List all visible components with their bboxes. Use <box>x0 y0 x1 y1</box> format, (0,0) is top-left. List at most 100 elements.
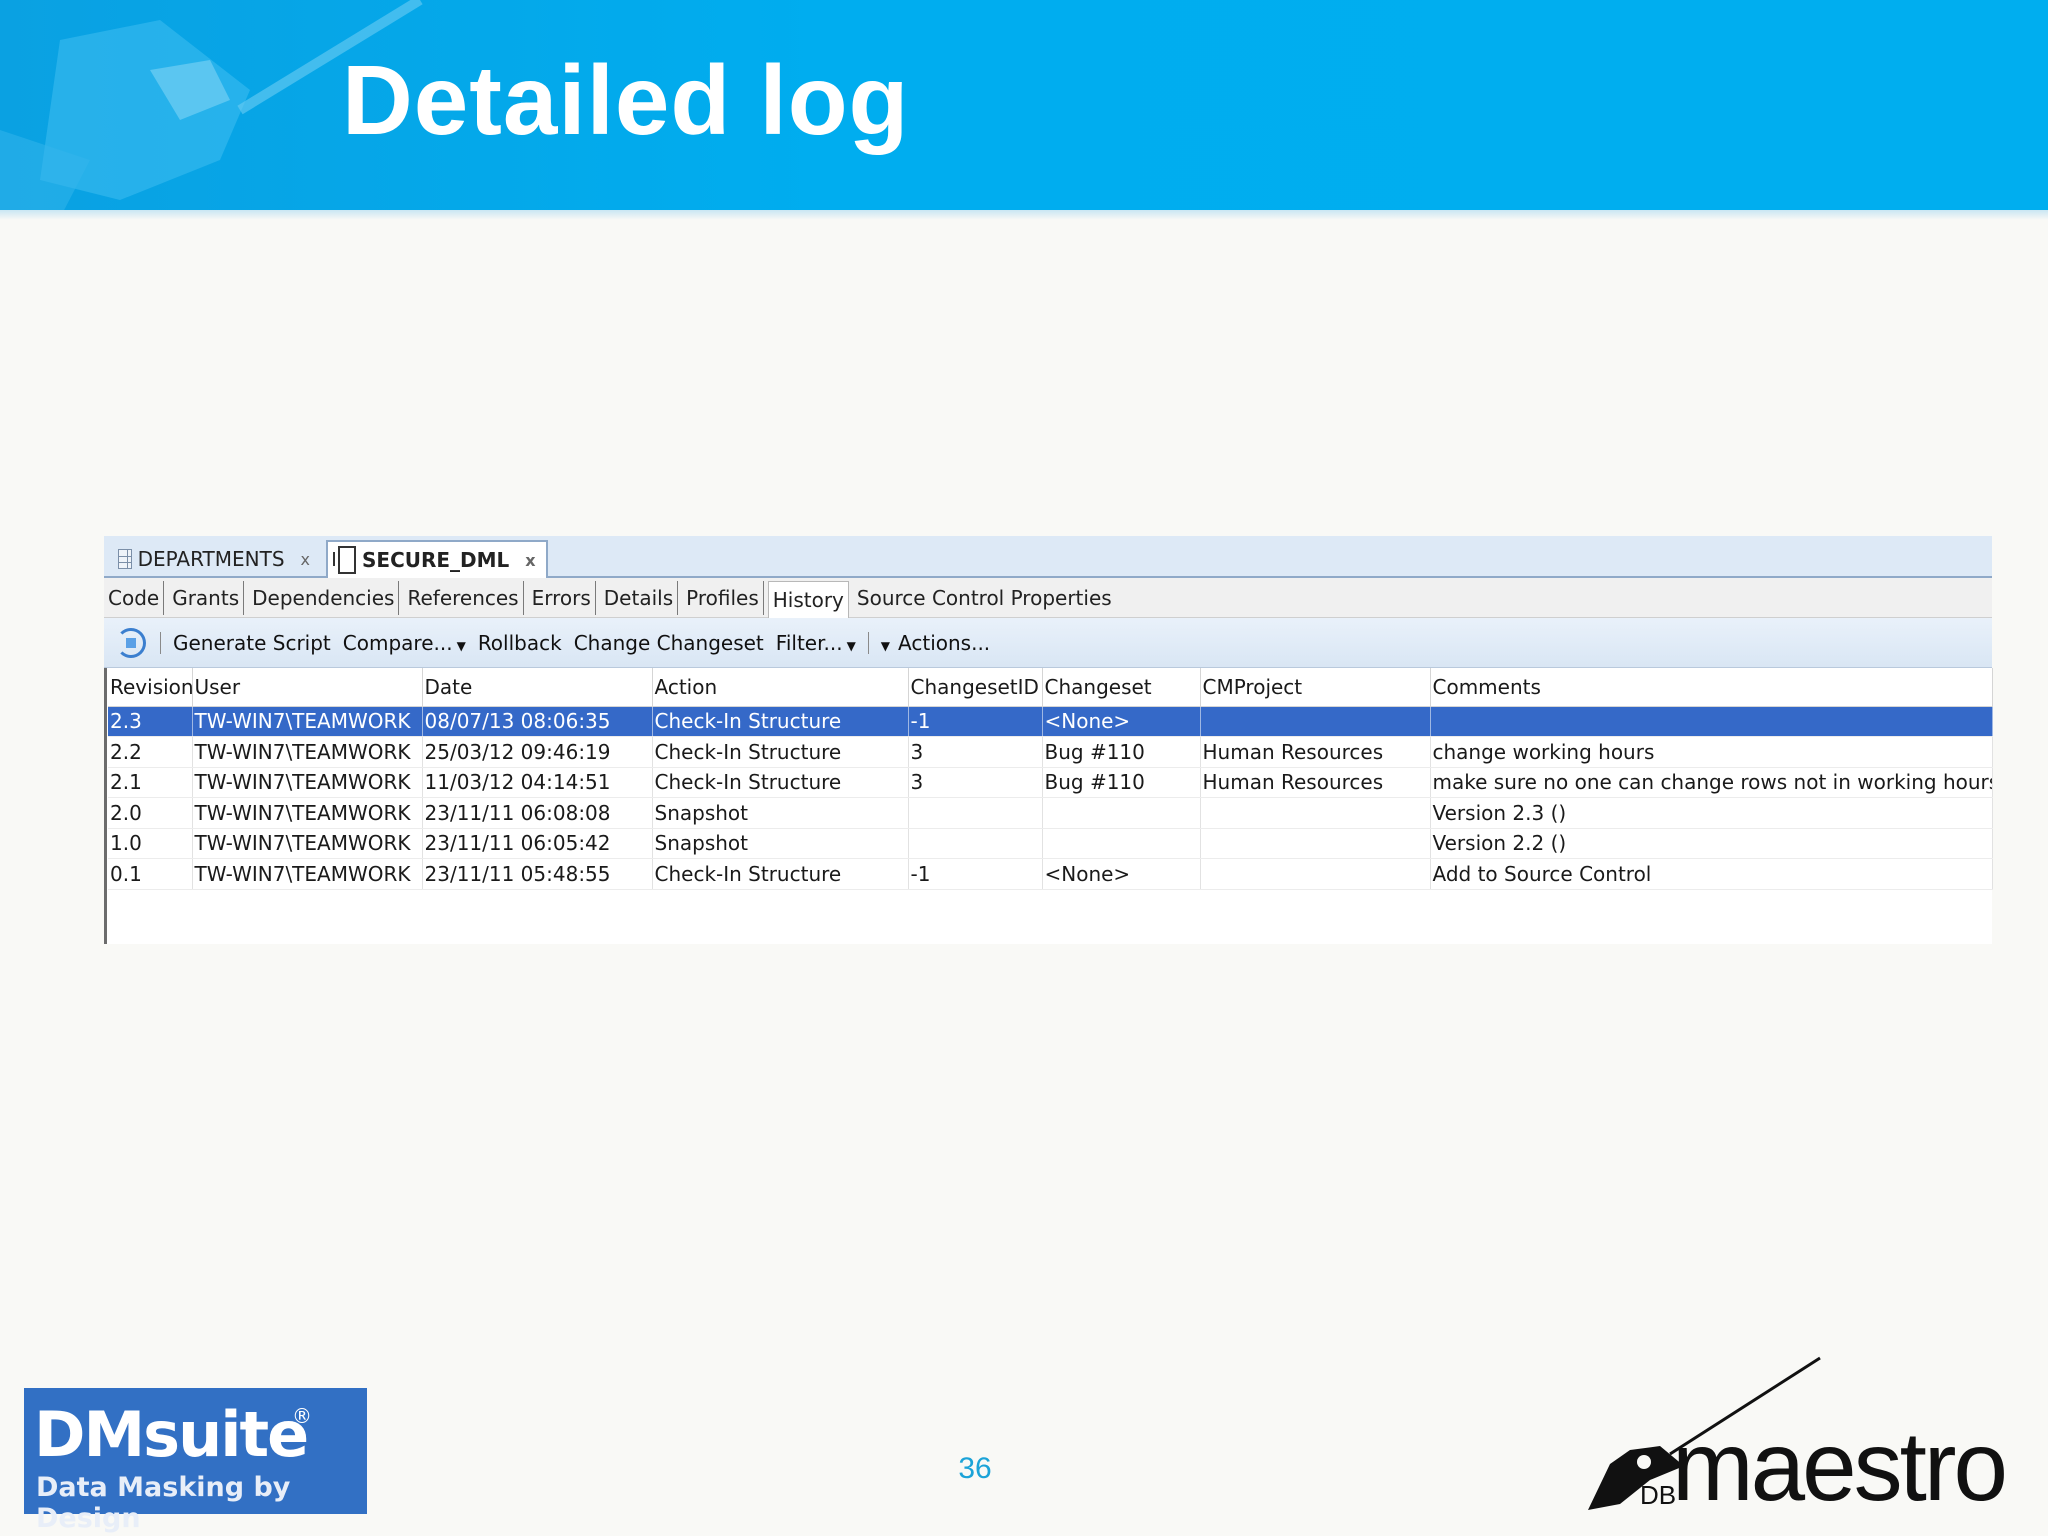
generate-script-button[interactable]: Generate Script <box>173 631 331 655</box>
cell-changeset: <None> <box>1042 858 1201 890</box>
dmsuite-tagline: Data Masking by Design <box>36 1472 291 1534</box>
cell-cmproject <box>1200 797 1431 829</box>
cell-changeset-id: 3 <box>908 736 1043 768</box>
cell-comments: make sure no one can change rows not in … <box>1430 767 1993 798</box>
table-row[interactable]: 2.3 TW-WIN7\TEAMWORK 08/07/13 08:06:35 C… <box>108 706 1993 737</box>
cell-cmproject: Human Resources <box>1200 767 1431 798</box>
table-row[interactable]: 2.2 TW-WIN7\TEAMWORK 25/03/12 09:46:19 C… <box>108 736 1993 768</box>
cell-changeset: Bug #110 <box>1042 767 1201 798</box>
cell-revision: 1.0 <box>108 828 193 859</box>
column-header-changeset-id[interactable]: ChangesetID <box>908 668 1043 707</box>
toolbar-separator <box>160 631 161 654</box>
close-icon[interactable]: x <box>525 551 535 570</box>
filter-label: Filter... <box>775 630 843 655</box>
cell-action: Check-In Structure <box>652 858 909 890</box>
procedure-icon <box>333 546 356 574</box>
cell-cmproject <box>1200 858 1431 890</box>
cell-changeset-id: -1 <box>908 706 1043 737</box>
table-row[interactable]: 2.0 TW-WIN7\TEAMWORK 23/11/11 06:08:08 S… <box>108 797 1993 829</box>
tab-profiles[interactable]: Profiles <box>682 580 764 615</box>
filter-dropdown[interactable]: Filter... ▼ <box>776 631 856 655</box>
tab-code[interactable]: Code <box>104 580 165 615</box>
cell-date: 23/11/11 05:48:55 <box>422 858 653 890</box>
cell-cmproject <box>1200 706 1431 737</box>
rollback-button[interactable]: Rollback <box>478 631 562 655</box>
tab-source-control-properties[interactable]: Source Control Properties <box>853 581 1116 615</box>
column-header-changeset[interactable]: Changeset <box>1042 668 1201 707</box>
change-changeset-button[interactable]: Change Changeset <box>574 631 764 655</box>
column-header-cmproject[interactable]: CMProject <box>1200 668 1431 707</box>
cell-action: Snapshot <box>652 797 909 829</box>
column-header-user[interactable]: User <box>192 668 423 707</box>
cell-changeset: Bug #110 <box>1042 736 1201 768</box>
table-row[interactable]: 0.1 TW-WIN7\TEAMWORK 23/11/11 05:48:55 C… <box>108 858 1993 890</box>
grid-left-border <box>104 668 107 944</box>
table-row[interactable]: 2.1 TW-WIN7\TEAMWORK 11/03/12 04:14:51 C… <box>108 767 1993 798</box>
table-row[interactable]: 1.0 TW-WIN7\TEAMWORK 23/11/11 06:05:42 S… <box>108 828 1993 859</box>
dmsuite-logo: DMsuite ® Data Masking by Design <box>24 1388 367 1534</box>
cell-revision: 2.1 <box>108 767 193 798</box>
object-subtab-bar: Code Grants Dependencies References Erro… <box>104 578 1992 619</box>
cell-changeset-id <box>908 797 1043 829</box>
chevron-down-icon: ▼ <box>456 638 466 653</box>
cell-cmproject <box>1200 828 1431 859</box>
compare-dropdown[interactable]: Compare... ▼ <box>343 631 466 655</box>
chevron-down-icon: ▼ <box>846 638 856 653</box>
history-panel: DEPARTMENTS x SECURE_DML x Code Grants D… <box>104 536 1993 944</box>
cell-action: Check-In Structure <box>652 706 909 737</box>
cell-user: TW-WIN7\TEAMWORK <box>192 706 423 737</box>
cell-revision: 0.1 <box>108 858 193 890</box>
dbmaestro-db-text: DB <box>1640 1480 1677 1510</box>
cell-date: 25/03/12 09:46:19 <box>422 736 653 768</box>
cell-changeset-id: 3 <box>908 767 1043 798</box>
cell-date: 08/07/13 08:06:35 <box>422 706 653 737</box>
cell-changeset-id <box>908 828 1043 859</box>
dbmaestro-logo: DB maestro <box>1580 1354 2032 1521</box>
cell-action: Check-In Structure <box>652 736 909 768</box>
slide-title: Detailed log <box>342 45 910 155</box>
cell-action: Snapshot <box>652 828 909 859</box>
refresh-icon[interactable] <box>116 627 146 658</box>
compare-label: Compare... <box>342 630 453 655</box>
column-header-revision[interactable]: Revision <box>108 668 193 707</box>
tab-grants[interactable]: Grants <box>168 580 245 615</box>
history-table-container: Revision User Date Action ChangesetID Ch… <box>108 668 1993 944</box>
cell-user: TW-WIN7\TEAMWORK <box>192 858 423 890</box>
cell-action: Check-In Structure <box>652 767 909 798</box>
cell-changeset <box>1042 828 1201 859</box>
cell-date: 23/11/11 06:05:42 <box>422 828 653 859</box>
dmsuite-logo-name: DMsuite <box>34 1398 309 1471</box>
cell-changeset: <None> <box>1042 706 1201 737</box>
cell-date: 23/11/11 06:08:08 <box>422 797 653 829</box>
tab-details[interactable]: Details <box>600 580 679 615</box>
table-header-row: Revision User Date Action ChangesetID Ch… <box>108 668 1993 707</box>
tab-secure-dml-label: SECURE_DML <box>362 548 510 572</box>
cell-user: TW-WIN7\TEAMWORK <box>192 828 423 859</box>
cell-comments: change working hours <box>1430 736 1993 768</box>
cell-user: TW-WIN7\TEAMWORK <box>192 797 423 829</box>
cell-revision: 2.3 <box>108 706 193 737</box>
tab-history[interactable]: History <box>767 580 849 619</box>
column-header-comments[interactable]: Comments <box>1430 668 1993 707</box>
tab-secure-dml[interactable]: SECURE_DML x <box>326 540 548 578</box>
cell-revision: 2.2 <box>108 736 193 768</box>
actions-label: Actions... <box>898 630 991 655</box>
cell-changeset <box>1042 797 1201 829</box>
close-icon[interactable]: x <box>301 550 310 569</box>
tab-dependencies[interactable]: Dependencies <box>248 580 400 615</box>
history-table: Revision User Date Action ChangesetID Ch… <box>108 668 1993 890</box>
cell-user: TW-WIN7\TEAMWORK <box>192 736 423 768</box>
header-shadow <box>0 210 2048 220</box>
cell-comments: Add to Source Control <box>1430 858 1993 890</box>
table-grid-icon <box>118 549 132 569</box>
cell-user: TW-WIN7\TEAMWORK <box>192 767 423 798</box>
tab-departments[interactable]: DEPARTMENTS x <box>108 540 320 578</box>
tab-references[interactable]: References <box>403 580 524 615</box>
tab-errors[interactable]: Errors <box>528 580 596 615</box>
tab-departments-label: DEPARTMENTS <box>137 547 285 571</box>
column-header-date[interactable]: Date <box>422 668 653 707</box>
dbmaestro-wordmark: maestro <box>1672 1411 2008 1521</box>
page-number: 36 <box>958 1452 992 1485</box>
actions-dropdown[interactable]: ▼ Actions... <box>881 631 990 655</box>
column-header-action[interactable]: Action <box>652 668 909 707</box>
